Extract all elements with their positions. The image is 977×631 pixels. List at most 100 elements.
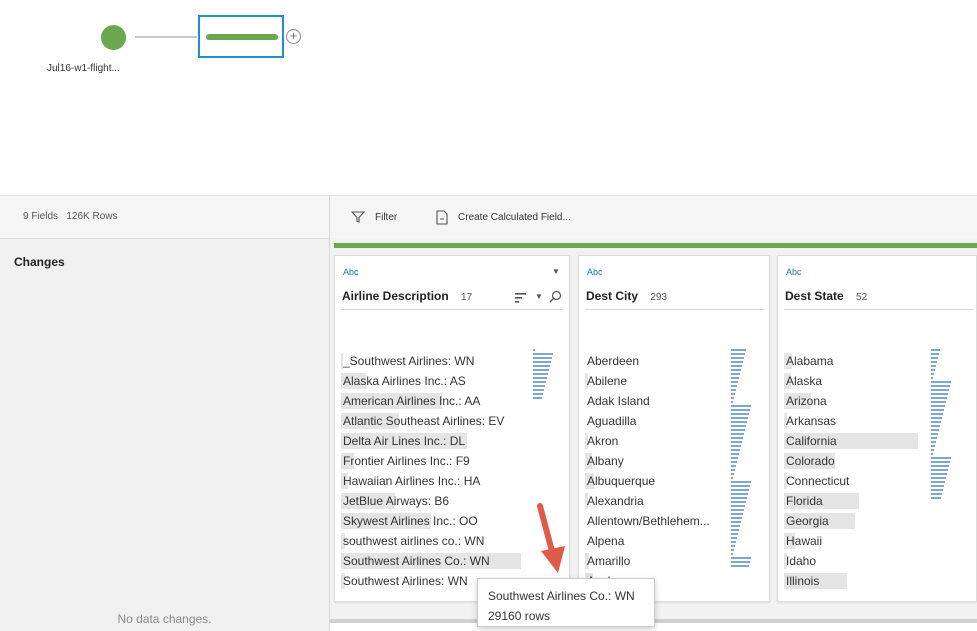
histogram-line [931, 393, 948, 395]
histogram-line [931, 481, 945, 483]
value-label: Albany [587, 454, 624, 468]
histogram-line [731, 533, 738, 535]
histogram-line [931, 401, 946, 403]
histogram-line [731, 557, 751, 559]
histogram-line [931, 461, 950, 463]
profile-card-dest-state[interactable]: Abc Dest State 52 Alabama Alaska Arizona Ar… [777, 255, 977, 602]
histogram-line [533, 377, 547, 379]
histogram-line [931, 357, 938, 359]
scroll-histogram[interactable] [931, 349, 961, 504]
value-label: Allentown/Bethlehem... [587, 514, 710, 528]
histogram-line [731, 465, 736, 467]
histogram-line [731, 489, 749, 491]
value-label: Atlantic Southeast Airlines: EV [343, 414, 505, 428]
field-name-label: Airline Description [342, 289, 449, 303]
fields-rows-summary: 9 Fields 126K Rows [23, 211, 118, 222]
value-row[interactable]: Delta Air Lines Inc.: DL [341, 431, 521, 451]
histogram-line [931, 429, 939, 431]
filter-label: Filter [375, 211, 398, 223]
histogram-line [731, 493, 748, 495]
histogram-line [533, 373, 548, 375]
value-label: Illinois [786, 574, 820, 588]
flow-connector [135, 36, 197, 38]
histogram-line [533, 365, 550, 367]
value-row[interactable]: Frontier Airlines Inc.: F9 [341, 451, 521, 471]
histogram-line [931, 369, 935, 371]
histogram-line [731, 501, 746, 503]
histogram-line [931, 433, 938, 435]
histogram-line [931, 361, 937, 363]
histogram-line [931, 365, 936, 367]
value-label: Skywest Airlines Inc.: OO [343, 514, 478, 528]
histogram-line [931, 377, 933, 379]
histogram-line [731, 461, 737, 463]
value-row[interactable]: Idaho [784, 551, 964, 571]
value-row[interactable]: Hawaii [784, 531, 964, 551]
value-row[interactable]: JetBlue Airways: B6 [341, 491, 521, 511]
field-name[interactable]: Airline Description 17 [342, 289, 472, 303]
scroll-histogram[interactable] [533, 349, 563, 401]
histogram-line [731, 497, 747, 499]
scroll-histogram[interactable] [731, 349, 761, 569]
input-node[interactable] [101, 25, 126, 50]
field-name[interactable]: Dest City 293 [586, 289, 667, 303]
value-label: Georgia [786, 514, 829, 528]
value-label: Alpena [587, 534, 625, 548]
histogram-line [931, 409, 944, 411]
histogram-line [731, 385, 737, 387]
step-color-strip [334, 243, 977, 248]
value-label: Abilene [587, 374, 628, 388]
histogram-line [731, 561, 750, 563]
sort-caret-icon[interactable]: ▼ [535, 292, 543, 301]
value-label: Southwest Airlines Co.: WN [343, 554, 490, 568]
histogram-line [931, 405, 945, 407]
value-row[interactable]: Georgia [784, 511, 964, 531]
profile-card-dest-city[interactable]: Abc Dest City 293 Aberdeen Abilene Adak Is… [578, 255, 770, 602]
create-calculated-field-button[interactable]: Create Calculated Field... [436, 208, 571, 226]
search-icon[interactable] [549, 290, 562, 303]
value-row[interactable]: Alaska Airlines Inc.: AS [341, 371, 521, 391]
add-step-icon[interactable]: + [286, 29, 301, 44]
value-row[interactable]: Skywest Airlines Inc.: OO [341, 511, 521, 531]
value-row[interactable]: American Airlines Inc.: AA [341, 391, 521, 411]
value-label: Alabama [786, 354, 834, 368]
card-separator [784, 309, 974, 310]
data-type-label: Abc [786, 267, 802, 277]
histogram-line [731, 517, 742, 519]
histogram-line [931, 373, 934, 375]
histogram-line [931, 469, 948, 471]
value-row[interactable]: Atlantic Southeast Airlines: EV [341, 411, 521, 431]
histogram-line [731, 377, 739, 379]
value-row[interactable]: southwest airlines co.: WN [341, 531, 521, 551]
histogram-line [731, 481, 751, 483]
histogram-line [731, 357, 744, 359]
value-row[interactable]: Southwest Airlines Co.: WN [341, 551, 521, 571]
field-name[interactable]: Dest State 52 [785, 289, 867, 303]
filter-button[interactable]: Filter [351, 208, 397, 226]
value-row[interactable]: _Southwest Airlines: WN [341, 351, 521, 371]
histogram-line [533, 361, 551, 363]
value-label: Delta Air Lines Inc.: DL [343, 434, 466, 448]
histogram-line [931, 497, 941, 499]
sort-icon[interactable] [515, 293, 527, 303]
value-row[interactable]: Illinois [784, 571, 964, 591]
field-count: 52 [856, 292, 868, 303]
histogram-line [931, 485, 944, 487]
histogram-line [731, 457, 738, 459]
histogram-line [731, 393, 735, 395]
clean-step-node[interactable] [198, 15, 284, 58]
value-label: Connecticut [786, 474, 850, 488]
value-row[interactable]: Hawaiian Airlines Inc.: HA [341, 471, 521, 491]
histogram-line [731, 421, 747, 423]
histogram-line [731, 513, 743, 515]
value-label: American Airlines Inc.: AA [343, 394, 481, 408]
histogram-line [731, 349, 746, 351]
value-label: Akron [587, 434, 619, 448]
value-label: Aguadilla [587, 414, 637, 428]
changes-panel [0, 238, 329, 631]
value-label: Adak Island [587, 394, 650, 408]
value-label: Amarillo [587, 554, 631, 568]
value-label: Albuquerque [587, 474, 656, 488]
card-menu-icon[interactable]: ▼ [552, 267, 560, 276]
histogram-line [731, 545, 735, 547]
